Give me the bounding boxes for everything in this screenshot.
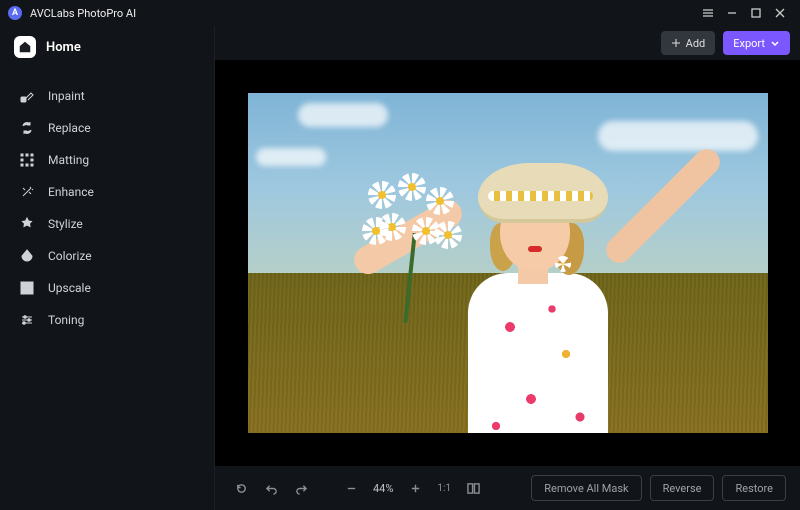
close-button[interactable]: [768, 0, 792, 26]
stylize-icon: [18, 215, 36, 233]
maximize-button[interactable]: [744, 0, 768, 26]
matting-icon: [18, 151, 36, 169]
app-title: AVCLabs PhotoPro AI: [30, 7, 136, 20]
app-logo-icon: A: [8, 6, 22, 20]
home-icon: [14, 36, 36, 58]
maximize-icon: [750, 7, 762, 19]
sidebar-item-label: Toning: [48, 313, 84, 327]
plus-icon: [409, 482, 422, 495]
redo-button[interactable]: [289, 476, 313, 500]
undo-button[interactable]: [259, 476, 283, 500]
sidebar-item-label: Replace: [48, 121, 91, 135]
sidebar-item-enhance[interactable]: Enhance: [0, 176, 214, 208]
upscale-icon: [18, 279, 36, 297]
redo-icon: [295, 482, 308, 495]
tool-list: Inpaint Replace Matting Enhance Stylize …: [0, 70, 214, 336]
reverse-button[interactable]: Reverse: [650, 475, 715, 501]
replace-icon: [18, 119, 36, 137]
zoom-in-button[interactable]: [403, 476, 427, 500]
sidebar-item-label: Inpaint: [48, 89, 85, 103]
reverse-label: Reverse: [663, 482, 702, 495]
sidebar-item-inpaint[interactable]: Inpaint: [0, 80, 214, 112]
main-panel: Add Export: [214, 26, 800, 510]
sidebar: Home Inpaint Replace Matting Enhance Sty…: [0, 26, 214, 510]
canvas-area[interactable]: [215, 60, 800, 466]
export-button[interactable]: Export: [723, 31, 790, 55]
restore-button[interactable]: Restore: [722, 475, 786, 501]
sidebar-item-matting[interactable]: Matting: [0, 144, 214, 176]
sidebar-item-label: Enhance: [48, 185, 94, 199]
sidebar-item-label: Colorize: [48, 249, 92, 263]
plus-icon: [671, 38, 681, 48]
inpaint-icon: [18, 87, 36, 105]
hamburger-icon: [702, 7, 714, 19]
remove-all-mask-button[interactable]: Remove All Mask: [531, 475, 641, 501]
add-label: Add: [686, 37, 706, 50]
sidebar-item-toning[interactable]: Toning: [0, 304, 214, 336]
export-label: Export: [733, 37, 765, 50]
minimize-button[interactable]: [720, 0, 744, 26]
zoom-out-button[interactable]: [339, 476, 363, 500]
add-button[interactable]: Add: [661, 31, 716, 55]
close-icon: [774, 7, 786, 19]
compare-button[interactable]: [461, 476, 485, 500]
home-label: Home: [46, 40, 81, 55]
sidebar-item-stylize[interactable]: Stylize: [0, 208, 214, 240]
sidebar-item-label: Matting: [48, 153, 89, 167]
zoom-percent: 44%: [369, 482, 397, 495]
sidebar-item-label: Stylize: [48, 217, 83, 231]
sidebar-item-upscale[interactable]: Upscale: [0, 272, 214, 304]
top-toolbar: Add Export: [215, 26, 800, 60]
enhance-icon: [18, 183, 36, 201]
bottom-toolbar: 44% 1:1 Remove All Mask Reverse: [215, 466, 800, 510]
home-button[interactable]: Home: [0, 32, 214, 70]
zoom-ratio-label: 1:1: [437, 483, 451, 494]
sidebar-item-label: Upscale: [48, 281, 91, 295]
toning-icon: [18, 311, 36, 329]
sidebar-item-colorize[interactable]: Colorize: [0, 240, 214, 272]
menu-button[interactable]: [696, 0, 720, 26]
title-bar: A AVCLabs PhotoPro AI: [0, 0, 800, 26]
photo-preview: [248, 93, 768, 433]
remove-mask-label: Remove All Mask: [544, 482, 628, 495]
sidebar-item-replace[interactable]: Replace: [0, 112, 214, 144]
chevron-down-icon: [770, 38, 780, 48]
minimize-icon: [726, 7, 738, 19]
refresh-button[interactable]: [229, 476, 253, 500]
colorize-icon: [18, 247, 36, 265]
undo-icon: [265, 482, 278, 495]
zoom-actual-button[interactable]: 1:1: [433, 476, 455, 500]
restore-label: Restore: [735, 482, 773, 495]
refresh-icon: [235, 482, 248, 495]
compare-icon: [467, 482, 480, 495]
minus-icon: [345, 482, 358, 495]
